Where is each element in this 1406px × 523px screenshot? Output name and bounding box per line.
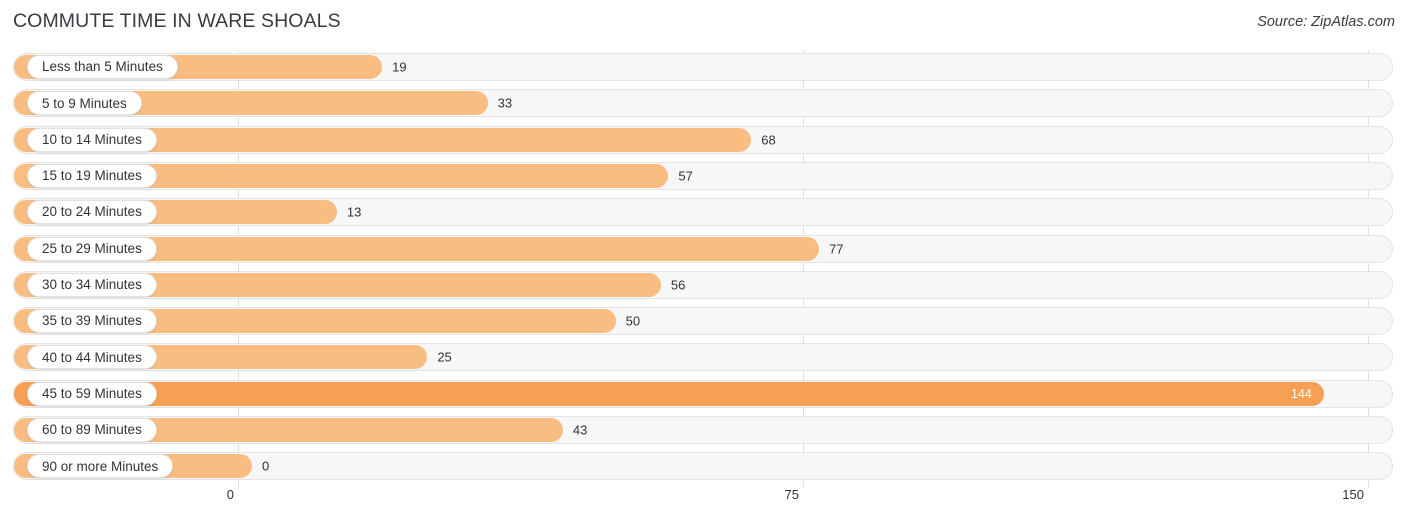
chart-row[interactable]: 68 10 to 14 Minutes xyxy=(13,125,1393,154)
chart-row[interactable]: 57 15 to 19 Minutes xyxy=(13,161,1393,190)
x-axis: 0 75 150 xyxy=(0,487,1406,511)
category-label: Less than 5 Minutes xyxy=(42,59,163,75)
chart-row[interactable]: 43 60 to 89 Minutes xyxy=(13,416,1393,444)
category-label-pill[interactable]: 40 to 44 Minutes xyxy=(27,345,157,370)
chart-row[interactable]: 33 5 to 9 Minutes xyxy=(13,89,1393,118)
category-label: 25 to 29 Minutes xyxy=(42,240,142,256)
bar-value-label: 50 xyxy=(625,313,641,329)
category-label-pill[interactable]: 60 to 89 Minutes xyxy=(27,418,157,442)
category-label: 90 or more Minutes xyxy=(42,458,159,474)
bar-value-label: 56 xyxy=(670,277,686,293)
x-axis-tick-label: 75 xyxy=(784,487,799,502)
bar-value-label: 13 xyxy=(346,204,362,220)
chart-row[interactable]: 144 45 to 59 Minutes xyxy=(13,379,1393,408)
chart-row[interactable]: 13 20 to 24 Minutes xyxy=(13,198,1393,227)
bar-value-label: 68 xyxy=(761,132,776,148)
bar-value-label: 25 xyxy=(437,349,452,365)
bar-value-label: 19 xyxy=(392,59,407,75)
category-label: 45 to 59 Minutes xyxy=(42,385,142,401)
bar[interactable]: 144 xyxy=(14,381,1324,406)
chart-row[interactable]: 56 30 to 34 Minutes xyxy=(13,270,1393,299)
chart-row[interactable]: 50 35 to 39 Minutes xyxy=(13,307,1393,336)
x-axis-tick-label: 150 xyxy=(1342,487,1364,502)
category-label: 15 to 19 Minutes xyxy=(42,168,142,184)
bar-value-label: 33 xyxy=(497,95,513,111)
category-label-pill[interactable]: 35 to 39 Minutes xyxy=(27,309,157,334)
category-label-pill[interactable]: 45 to 59 Minutes xyxy=(27,381,157,406)
chart-row[interactable]: 25 40 to 44 Minutes xyxy=(13,343,1393,372)
chart-row[interactable]: 0 90 or more Minutes xyxy=(13,452,1393,481)
bar-value-inline: 144 xyxy=(1290,386,1312,401)
category-label-pill[interactable]: 20 to 24 Minutes xyxy=(27,200,157,225)
plot-area: 19 Less than 5 Minutes 33 5 to 9 Minutes 68 1… xyxy=(0,50,1406,490)
category-label-pill[interactable]: 15 to 19 Minutes xyxy=(27,163,157,188)
category-label: 35 to 39 Minutes xyxy=(42,313,142,329)
category-label: 30 to 34 Minutes xyxy=(42,277,142,293)
chart-row[interactable]: 77 25 to 29 Minutes xyxy=(13,234,1393,263)
category-label: 60 to 89 Minutes xyxy=(42,422,142,438)
category-label-pill[interactable]: 30 to 34 Minutes xyxy=(27,272,157,297)
category-label-pill[interactable]: 90 or more Minutes xyxy=(27,454,174,479)
chart-row[interactable]: 19 Less than 5 Minutes xyxy=(13,53,1393,81)
category-label: 5 to 9 Minutes xyxy=(42,95,127,111)
x-axis-tick-label: 0 xyxy=(226,487,234,502)
category-label: 20 to 24 Minutes xyxy=(42,204,142,220)
category-label-pill[interactable]: 25 to 29 Minutes xyxy=(27,236,157,261)
bar-value-label: 43 xyxy=(572,422,588,438)
category-label: 40 to 44 Minutes xyxy=(42,349,142,365)
bar-value-label: 0 xyxy=(262,458,270,474)
page-title: COMMUTE TIME IN WARE SHOALS xyxy=(13,10,341,32)
bar-value-label: 57 xyxy=(678,168,693,184)
bar-value-label: 77 xyxy=(829,241,844,256)
category-label: 10 to 14 Minutes xyxy=(42,131,142,147)
category-label-pill[interactable]: 5 to 9 Minutes xyxy=(27,91,142,116)
source-attribution: Source: ZipAtlas.com xyxy=(1257,14,1395,30)
chart-container: COMMUTE TIME IN WARE SHOALS Source: ZipA… xyxy=(0,0,1406,523)
category-label-pill[interactable]: 10 to 14 Minutes xyxy=(27,127,157,152)
category-label-pill[interactable]: Less than 5 Minutes xyxy=(27,55,178,79)
